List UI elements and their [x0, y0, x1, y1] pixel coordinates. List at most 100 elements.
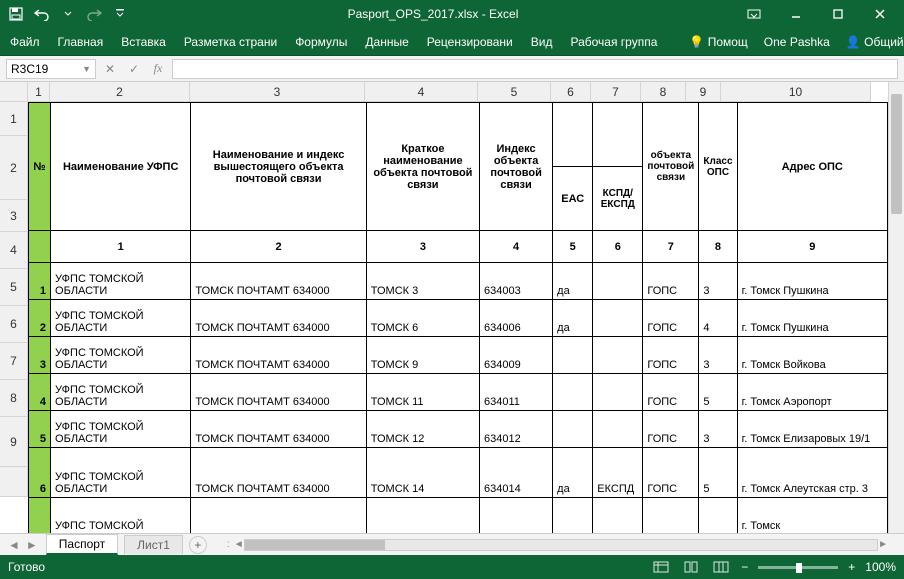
cell[interactable]: ТОМСК 9 [366, 337, 479, 374]
cell[interactable]: ТОМСК 6 [366, 300, 479, 337]
cell[interactable]: да [553, 448, 593, 498]
cell[interactable] [699, 498, 737, 534]
column-headers[interactable]: 12345678910 [28, 82, 871, 102]
zoom-slider[interactable] [758, 566, 838, 569]
cell[interactable]: 634006 [480, 300, 553, 337]
cell[interactable] [553, 411, 593, 448]
cell[interactable] [366, 498, 479, 534]
cell[interactable]: ТОМСК ПОЧТАМТ 634000 [191, 263, 366, 300]
cell[interactable]: ТОМСК 12 [366, 411, 479, 448]
cell[interactable] [593, 300, 643, 337]
cell[interactable]: г. Томск Пушкина [737, 300, 887, 337]
sheet-prev-icon[interactable]: ◄ [6, 538, 22, 552]
cell[interactable]: ТОМСК ПОЧТАМТ 634000 [191, 337, 366, 374]
tab-view[interactable]: Вид [529, 31, 555, 53]
cell[interactable]: г. Томск Аэропорт [737, 374, 887, 411]
tab-insert[interactable]: Вставка [119, 31, 168, 53]
redo-icon[interactable] [82, 2, 106, 26]
cell[interactable]: УФПС ТОМСКОЙ ОБЛАСТИ [51, 337, 191, 374]
qat-customize-icon[interactable] [108, 2, 132, 26]
share-button[interactable]: 👤 Общий доступ [844, 31, 904, 53]
cell[interactable]: да [553, 263, 593, 300]
cell[interactable]: ТОМСК 14 [366, 448, 479, 498]
cell[interactable]: ГОПС [643, 263, 699, 300]
zoom-out-icon[interactable]: − [741, 560, 748, 574]
cell[interactable]: ТОМСК ПОЧТАМТ 634000 [191, 300, 366, 337]
cell[interactable]: 1 [29, 263, 51, 300]
cell[interactable]: УФПС ТОМСКОЙ ОБЛАСТИ [51, 411, 191, 448]
col-header[interactable]: 7 [591, 82, 641, 101]
cancel-formula-icon[interactable]: ✕ [100, 59, 120, 79]
tab-formulas[interactable]: Формулы [293, 31, 349, 53]
scroll-right-icon[interactable]: ► [878, 539, 888, 550]
cell[interactable]: 634011 [480, 374, 553, 411]
cell[interactable]: 5 [29, 411, 51, 448]
cell[interactable]: ЕКСПД [593, 448, 643, 498]
ribbon-options-icon[interactable] [734, 2, 774, 26]
cell[interactable]: 4 [699, 300, 737, 337]
cell[interactable]: да [553, 300, 593, 337]
undo-icon[interactable] [30, 2, 54, 26]
confirm-formula-icon[interactable]: ✓ [124, 59, 144, 79]
row-header[interactable]: 3 [0, 200, 27, 232]
page-break-view-icon[interactable] [711, 559, 731, 575]
cell[interactable] [593, 411, 643, 448]
cell[interactable] [191, 498, 366, 534]
cell[interactable]: ТОМСК 11 [366, 374, 479, 411]
tab-workgroup[interactable]: Рабочая группа [568, 31, 659, 53]
cell[interactable]: 3 [29, 337, 51, 374]
cell[interactable]: ТОМСК ПОЧТАМТ 634000 [191, 411, 366, 448]
cell[interactable]: ТОМСК 3 [366, 263, 479, 300]
sheet-next-icon[interactable]: ► [24, 538, 40, 552]
tab-file[interactable]: Файл [8, 31, 42, 53]
help-button[interactable]: 💡 Помощ [687, 31, 749, 53]
cell[interactable]: 2 [29, 300, 51, 337]
add-sheet-icon[interactable]: + [189, 536, 207, 554]
cell[interactable] [553, 337, 593, 374]
cell[interactable]: г. Томск [737, 498, 887, 534]
scrollbar-thumb[interactable] [891, 94, 902, 214]
cell[interactable]: 6 [29, 448, 51, 498]
row-header[interactable]: 7 [0, 343, 27, 380]
cell[interactable]: г. Томск Алеутская стр. 3 [737, 448, 887, 498]
maximize-icon[interactable] [818, 2, 858, 26]
user-account[interactable]: One Pashka [762, 31, 832, 53]
cell[interactable]: 634009 [480, 337, 553, 374]
cell[interactable]: УФПС ТОМСКОЙ ОБЛАСТИ [51, 263, 191, 300]
cell[interactable] [593, 337, 643, 374]
cell[interactable]: УФПС ТОМСКОЙ ОБЛАСТИ [51, 300, 191, 337]
cell[interactable] [643, 498, 699, 534]
cell[interactable]: 3 [699, 263, 737, 300]
sheet-tab-other[interactable]: Лист1 [124, 535, 183, 554]
cell[interactable] [593, 263, 643, 300]
tab-review[interactable]: Рецензировани [425, 31, 515, 53]
col-header[interactable]: 9 [686, 82, 721, 101]
col-header[interactable]: 6 [551, 82, 591, 101]
cell[interactable]: 634014 [480, 448, 553, 498]
cell[interactable]: 634012 [480, 411, 553, 448]
cell[interactable]: УФПС ТОМСКОЙ ОБЛАСТИ [51, 374, 191, 411]
col-header[interactable]: 5 [478, 82, 551, 101]
hscroll-thumb[interactable] [245, 540, 385, 550]
cell[interactable]: 3 [699, 337, 737, 374]
row-header[interactable]: 9 [0, 417, 27, 467]
cell[interactable]: ГОПС [643, 374, 699, 411]
select-all-corner[interactable] [0, 82, 28, 102]
col-header[interactable]: 10 [721, 82, 871, 101]
normal-view-icon[interactable] [651, 559, 671, 575]
cell[interactable]: 5 [699, 448, 737, 498]
col-header[interactable]: 8 [641, 82, 686, 101]
row-headers[interactable]: 123456789 [0, 102, 28, 497]
cell[interactable]: 3 [699, 411, 737, 448]
cell[interactable] [593, 374, 643, 411]
name-box[interactable]: R3C19 ▼ [6, 59, 96, 79]
cell[interactable]: ТОМСК ПОЧТАМТ 634000 [191, 374, 366, 411]
sheet-nav[interactable]: ◄► [6, 538, 40, 552]
cell[interactable]: ГОПС [643, 300, 699, 337]
tab-data[interactable]: Данные [363, 31, 410, 53]
worksheet-grid[interactable]: 12345678910 123456789 № Наименование УФП… [0, 82, 904, 533]
zoom-level[interactable]: 100% [865, 560, 896, 574]
zoom-in-icon[interactable]: + [848, 560, 855, 574]
page-layout-view-icon[interactable] [681, 559, 701, 575]
cell[interactable] [553, 374, 593, 411]
